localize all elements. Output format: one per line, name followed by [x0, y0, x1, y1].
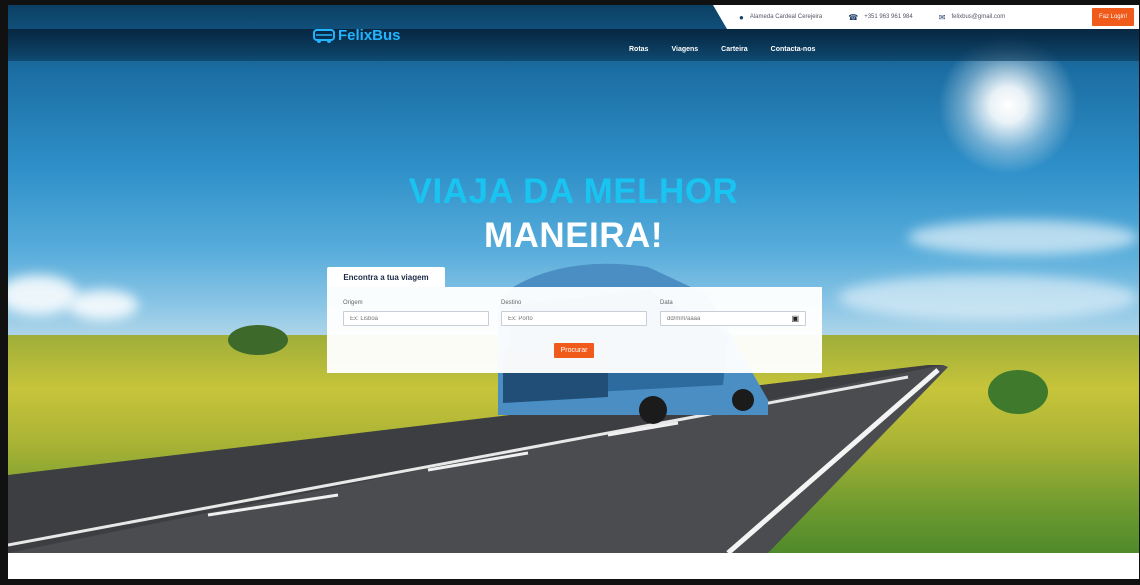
envelope-icon: ✉	[938, 12, 946, 22]
bus-logo-icon	[313, 28, 335, 43]
origin-group: Origem	[343, 300, 489, 326]
phone-text: +351 963 961 984	[864, 14, 913, 20]
road-illustration	[8, 263, 1048, 553]
destination-label: Destino	[501, 300, 522, 306]
nav-item-carteira[interactable]: Carteira	[721, 46, 747, 53]
origin-input[interactable]	[350, 315, 482, 322]
browser-viewport: ● Alameda Cardeal Cerejeira ☎ +351 963 9…	[8, 5, 1139, 579]
destination-input[interactable]	[508, 315, 640, 322]
location-pin-icon: ●	[739, 12, 744, 22]
phone-info: ☎ +351 963 961 984	[848, 13, 913, 22]
hero-section	[8, 5, 1139, 553]
nav-item-contacta-nos[interactable]: Contacta-nos	[771, 46, 816, 53]
phone-icon: ☎	[848, 12, 859, 22]
search-button[interactable]: Procurar	[554, 343, 594, 358]
calendar-icon[interactable]: ▣	[791, 314, 799, 323]
headline-line-1: VIAJA DA MELHOR	[408, 172, 739, 211]
address-info: ● Alameda Cardeal Cerejeira	[739, 13, 822, 22]
top-info-bar: ● Alameda Cardeal Cerejeira ☎ +351 963 9…	[713, 5, 1139, 29]
search-form: Origem Destino Data ▣ Procurar	[327, 287, 822, 373]
date-field-wrapper: ▣	[660, 311, 806, 326]
destination-group: Destino	[501, 300, 647, 326]
date-input[interactable]	[667, 315, 792, 322]
headline-line-2: MANEIRA!	[484, 216, 663, 255]
search-tab[interactable]: Encontra a tua viagem	[327, 267, 445, 287]
nav-item-viagens[interactable]: Viagens	[671, 46, 698, 53]
main-nav: Rotas Viagens Carteira Contacta-nos	[629, 46, 815, 53]
brand-logo[interactable]: FelixBus	[313, 27, 401, 44]
date-label: Data	[660, 300, 673, 306]
nav-item-rotas[interactable]: Rotas	[629, 46, 648, 53]
origin-field-wrapper	[343, 311, 489, 326]
login-button[interactable]: Faz Login!	[1091, 8, 1134, 26]
navbar	[8, 29, 1139, 61]
brand-name: FelixBus	[338, 27, 401, 44]
email-info: ✉ felixbus@gmail.com	[939, 13, 1005, 22]
address-text: Alameda Cardeal Cerejeira	[749, 14, 823, 20]
date-group: Data ▣	[660, 300, 806, 326]
destination-field-wrapper	[501, 311, 647, 326]
origin-label: Origem	[343, 300, 363, 306]
email-text: felixbus@gmail.com	[951, 14, 1006, 20]
hero-headline: VIAJA DA MELHOR MANEIRA!	[8, 170, 1139, 258]
